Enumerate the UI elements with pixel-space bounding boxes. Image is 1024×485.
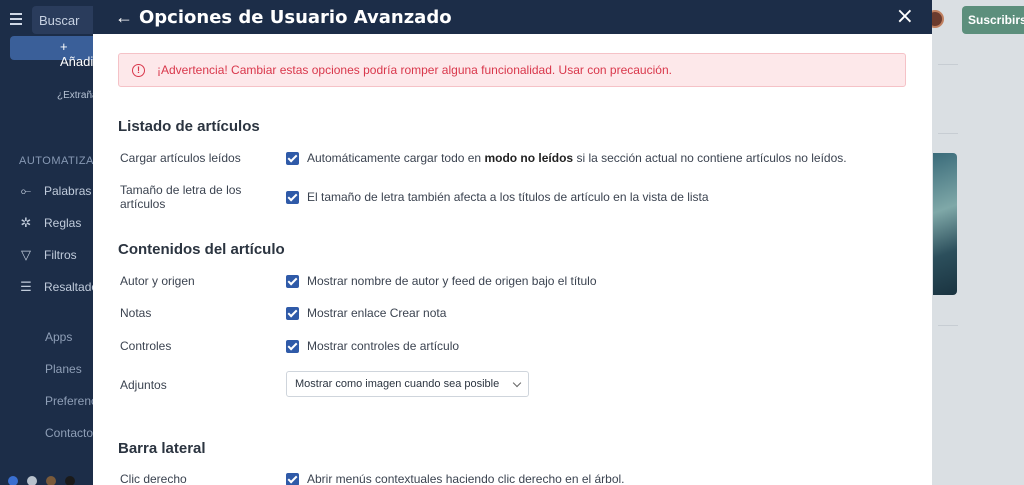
close-icon[interactable]: × [896,6,914,28]
app-sidebar: Buscar + Añadir ¿Extraña AUTOMATIZACIÓN … [0,0,123,485]
article-thumbnail[interactable] [933,153,957,295]
option-label: Notas [120,306,152,320]
option-row-notes: Notas Mostrar enlace Crear nota [120,306,446,320]
option-row-attachments: Adjuntos Mostrar como imagen cuando sea … [120,371,529,397]
status-dots [8,476,75,485]
option-description: Automáticamente cargar todo en modo no l… [307,151,847,165]
option-label: Controles [120,339,172,353]
dot-icon [65,476,75,485]
dot-icon [27,476,37,485]
search-input[interactable]: Buscar [32,6,102,34]
back-arrow-icon[interactable]: ← [115,8,133,26]
option-label: Clic derecho [120,472,187,485]
notes-checkbox[interactable] [286,306,299,320]
section-title-sidebar: Barra lateral [118,440,206,457]
rules-icon: ✲ [20,215,32,230]
option-description: Mostrar controles de artículo [307,339,460,353]
divider [938,133,958,134]
attachments-select[interactable]: Mostrar como imagen cuando sea posible [286,371,529,397]
option-description: Mostrar nombre de autor y feed de origen… [307,274,597,288]
right-click-checkbox[interactable] [286,472,299,485]
option-row-right-click: Clic derecho Abrir menús contextuales ha… [120,472,625,485]
divider [938,64,958,65]
option-label: Adjuntos [120,378,167,392]
sidebar-item-filters[interactable]: ▽ Filtros [18,247,77,263]
sidebar-item-rules[interactable]: ✲ Reglas [18,215,82,231]
section-title-content: Contenidos del artículo [118,241,285,258]
font-size-checkbox[interactable] [286,190,299,204]
sidebar-item-label: Reglas [44,216,82,230]
option-label: Cargar artículos leídos [120,151,241,165]
footer-link-apps[interactable]: Apps [45,330,72,344]
highlight-icon: ☰ [20,279,32,294]
controls-checkbox[interactable] [286,339,299,353]
option-label: Autor y origen [120,274,195,288]
select-value: Mostrar como imagen cuando sea posible [295,378,500,390]
option-description: Abrir menús contextuales haciendo clic d… [307,472,625,485]
modal-header: ← Opciones de Usuario Avanzado × [93,0,932,34]
warning-text: ¡Advertencia! Cambiar estas opciones pod… [157,63,672,77]
footer-link-contact[interactable]: Contacto [45,426,93,440]
add-button[interactable]: + Añadir [10,36,100,69]
subscribe-button[interactable]: Suscribirse [962,6,1024,34]
divider [938,325,958,326]
load-read-checkbox[interactable] [286,151,299,165]
option-description: El tamaño de letra también afecta a los … [307,190,709,204]
strange-text: ¿Extraña [57,90,98,101]
option-row-controls: Controles Mostrar controles de artículo [120,339,459,353]
dot-icon [46,476,56,485]
option-row-load-read: Cargar artículos leídos Automáticamente … [120,151,847,165]
section-title-list: Listado de artículos [118,118,260,135]
chevron-down-icon [512,378,522,387]
option-row-font-size: Tamaño de letra de los artículos El tama… [120,183,709,211]
dot-icon [8,476,18,485]
option-row-author: Autor y origen Mostrar nombre de autor y… [120,274,597,288]
advanced-options-modal: ← Opciones de Usuario Avanzado × ! ¡Adve… [93,0,932,485]
keyword-icon: ⟜ [20,183,32,198]
option-description: Mostrar enlace Crear nota [307,306,447,320]
alert-circle-icon: ! [132,63,145,77]
add-button-label: Añadir [60,54,98,69]
author-checkbox[interactable] [286,274,299,288]
sidebar-item-label: Resaltado [44,280,99,294]
filter-icon: ▽ [21,247,31,262]
sidebar-item-label: Filtros [44,248,77,262]
sidebar-item-keywords[interactable]: ⟜ Palabras [18,183,92,199]
hamburger-menu-icon[interactable] [10,13,22,25]
warning-alert: ! ¡Advertencia! Cambiar estas opciones p… [118,53,906,87]
footer-link-plans[interactable]: Planes [45,362,82,376]
option-label: Tamaño de letra de los artículos [120,183,242,211]
sidebar-item-label: Palabras [44,184,92,198]
sidebar-item-highlights[interactable]: ☰ Resaltado [18,279,98,295]
modal-title: Opciones de Usuario Avanzado [139,6,452,28]
